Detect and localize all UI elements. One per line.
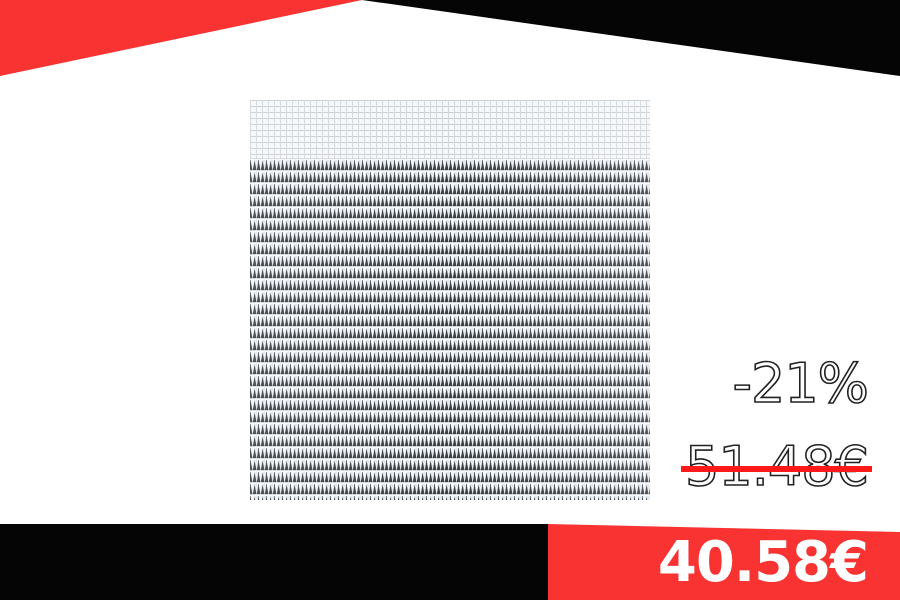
shade-net-product-image (250, 100, 650, 500)
price-banner: -21% 51.48€ 40.58€ (0, 0, 900, 600)
bottom-black-band (0, 524, 548, 600)
net-sheen (250, 100, 650, 500)
discount-percentage: -21% (732, 351, 870, 416)
new-price: 40.58€ (657, 530, 869, 595)
old-price-strikethrough (681, 466, 872, 472)
old-price-container: 51.48€ (681, 434, 872, 499)
top-left-red-band (0, 0, 362, 76)
top-right-black-band (362, 0, 900, 76)
